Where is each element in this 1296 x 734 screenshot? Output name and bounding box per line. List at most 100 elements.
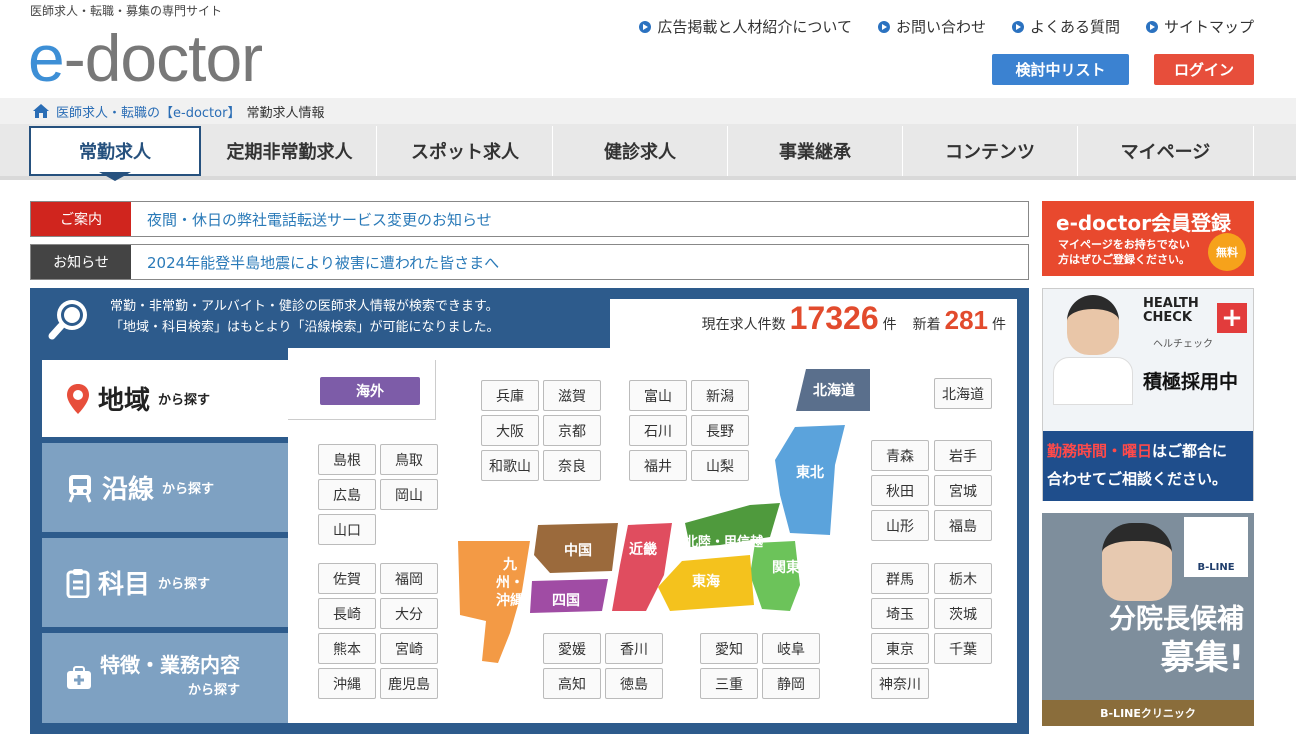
- pref-button[interactable]: 沖縄: [318, 668, 376, 699]
- doctor-photo: [1053, 295, 1133, 405]
- region-hokuriku-label[interactable]: 北陸・甲信越: [685, 531, 763, 550]
- pref-button[interactable]: 長崎: [318, 598, 376, 629]
- pref-button[interactable]: 神奈川: [871, 668, 929, 699]
- pref-button[interactable]: 佐賀: [318, 563, 376, 594]
- region-kinki-label[interactable]: 近畿: [629, 539, 657, 559]
- pref-button[interactable]: 北海道: [934, 378, 992, 409]
- tab-sub: から探す: [187, 683, 240, 698]
- ad-banner-healthcheck[interactable]: HEALTH CHECK + ヘルチェック 積極採用中 勤務時間・曜日はご都合に…: [1042, 288, 1254, 501]
- pref-button[interactable]: 大分: [380, 598, 438, 629]
- nav-tab-succession[interactable]: 事業継承: [728, 126, 903, 176]
- pref-button[interactable]: 広島: [318, 479, 376, 510]
- tab-region-search[interactable]: 地域 から探す: [42, 360, 288, 437]
- arrow-circle-icon: [877, 20, 890, 33]
- pref-button[interactable]: 愛媛: [543, 633, 601, 664]
- region-shikoku-label[interactable]: 四国: [552, 590, 580, 610]
- pref-button[interactable]: 熊本: [318, 633, 376, 664]
- nav-tab-spot[interactable]: スポット求人: [378, 126, 553, 176]
- top-link-contact[interactable]: お問い合わせ: [877, 16, 986, 37]
- nav-tab-parttime[interactable]: 定期非常勤求人: [203, 126, 377, 176]
- register-sub-line2: 方はぜひご登録ください。: [1058, 253, 1190, 266]
- notice-link[interactable]: 夜間・休日の弊社電話転送サービス変更のお知らせ: [147, 209, 492, 230]
- ad-banner-bline[interactable]: B-LINE 分院長候補 募集! B-LINEクリニック: [1042, 513, 1254, 726]
- map-kinki: [612, 523, 672, 611]
- overseas-button[interactable]: 海外: [320, 377, 420, 405]
- site-logo[interactable]: e-doctor: [28, 22, 263, 94]
- pref-button[interactable]: 埼玉: [871, 598, 929, 629]
- nav-tab-contents[interactable]: コンテンツ: [903, 126, 1078, 176]
- pref-button[interactable]: 石川: [629, 415, 687, 446]
- pref-button[interactable]: 福岡: [380, 563, 438, 594]
- pref-button[interactable]: 島根: [318, 444, 376, 475]
- ad2-line1: 分院長候補: [1109, 604, 1244, 635]
- region-tokai-label[interactable]: 東海: [692, 571, 720, 591]
- pref-button[interactable]: 兵庫: [481, 380, 539, 411]
- pref-button[interactable]: 長野: [691, 415, 749, 446]
- pref-button[interactable]: 山梨: [691, 450, 749, 481]
- notice-link[interactable]: 2024年能登半島地震により被害に遭われた皆さまへ: [147, 252, 499, 273]
- pref-button[interactable]: 宮城: [934, 475, 992, 506]
- pref-button[interactable]: 栃木: [934, 563, 992, 594]
- pref-button[interactable]: 香川: [605, 633, 663, 664]
- pref-button[interactable]: 新潟: [691, 380, 749, 411]
- pref-button[interactable]: 奈良: [543, 450, 601, 481]
- tab-label: 沿線: [102, 475, 155, 505]
- pref-button[interactable]: 山口: [318, 514, 376, 545]
- pref-button[interactable]: 千葉: [934, 633, 992, 664]
- pref-button[interactable]: 滋賀: [543, 380, 601, 411]
- pref-button[interactable]: 山形: [871, 510, 929, 541]
- pref-button[interactable]: 岡山: [380, 479, 438, 510]
- tab-label: 科目: [98, 570, 151, 600]
- pref-button[interactable]: 愛知: [700, 633, 758, 664]
- pref-button[interactable]: 鹿児島: [380, 668, 438, 699]
- pref-button[interactable]: 岩手: [934, 440, 992, 471]
- top-link-sitemap[interactable]: サイトマップ: [1145, 16, 1254, 37]
- pref-button[interactable]: 鳥取: [380, 444, 438, 475]
- pref-button[interactable]: 岐阜: [762, 633, 820, 664]
- pref-button[interactable]: 富山: [629, 380, 687, 411]
- login-button[interactable]: ログイン: [1154, 54, 1254, 85]
- pref-button[interactable]: 静岡: [762, 668, 820, 699]
- saved-list-button[interactable]: 検討中リスト: [992, 54, 1129, 85]
- active-tab-pointer: [99, 172, 131, 181]
- pref-button[interactable]: 群馬: [871, 563, 929, 594]
- nav-tab-checkup[interactable]: 健診求人: [553, 126, 728, 176]
- pref-button[interactable]: 青森: [871, 440, 929, 471]
- home-icon[interactable]: [32, 103, 50, 119]
- pref-button[interactable]: 京都: [543, 415, 601, 446]
- tab-department-search[interactable]: 科目 から探す: [42, 538, 288, 627]
- region-chugoku-label[interactable]: 中国: [564, 540, 592, 560]
- tab-line-search[interactable]: 沿線 から探す: [42, 443, 288, 532]
- pref-button[interactable]: 三重: [700, 668, 758, 699]
- pref-button[interactable]: 徳島: [605, 668, 663, 699]
- top-link-ad[interactable]: 広告掲載と人材紹介について: [639, 16, 852, 37]
- notice-row[interactable]: お知らせ 2024年能登半島地震により被害に遭われた皆さまへ: [30, 244, 1029, 280]
- tab-label: 地域: [98, 386, 151, 416]
- pref-button[interactable]: 宮崎: [380, 633, 438, 664]
- pref-button[interactable]: 高知: [543, 668, 601, 699]
- notice-row[interactable]: ご案内 夜間・休日の弊社電話転送サービス変更のお知らせ: [30, 201, 1029, 237]
- arrow-circle-icon: [639, 20, 652, 33]
- register-sub: マイページをお持ちでない 方はぜひご登録ください。: [1058, 237, 1190, 267]
- region-hokkaido-label[interactable]: 北海道: [813, 380, 855, 400]
- pref-button[interactable]: 福井: [629, 450, 687, 481]
- region-tohoku-label[interactable]: 東北: [796, 462, 824, 482]
- count-unit: 件: [882, 317, 897, 333]
- pref-button[interactable]: 茨城: [934, 598, 992, 629]
- ad2-line2: 募集!: [1160, 638, 1244, 678]
- nav-tab-mypage[interactable]: マイページ: [1078, 126, 1254, 176]
- member-register-banner[interactable]: e-doctor会員登録 マイページをお持ちでない 方はぜひご登録ください。 無…: [1042, 201, 1254, 276]
- tab-feature-search[interactable]: 特徴・業務内容 から探す: [42, 633, 288, 723]
- breadcrumb-home-link[interactable]: 医師求人・転職の【e-doctor】: [56, 102, 240, 121]
- pref-button[interactable]: 大阪: [481, 415, 539, 446]
- free-badge: 無料: [1208, 233, 1246, 271]
- top-link-faq[interactable]: よくある質問: [1011, 16, 1120, 37]
- ad1-sub: ヘルチェック: [1153, 339, 1213, 350]
- pref-button[interactable]: 東京: [871, 633, 929, 664]
- pref-button[interactable]: 福島: [934, 510, 992, 541]
- region-kyushu-label[interactable]: 九州・沖縄: [490, 556, 530, 610]
- nav-tab-fulltime[interactable]: 常勤求人: [29, 126, 201, 176]
- pref-button[interactable]: 和歌山: [481, 450, 539, 481]
- region-kanto-label[interactable]: 関東: [772, 557, 800, 577]
- pref-button[interactable]: 秋田: [871, 475, 929, 506]
